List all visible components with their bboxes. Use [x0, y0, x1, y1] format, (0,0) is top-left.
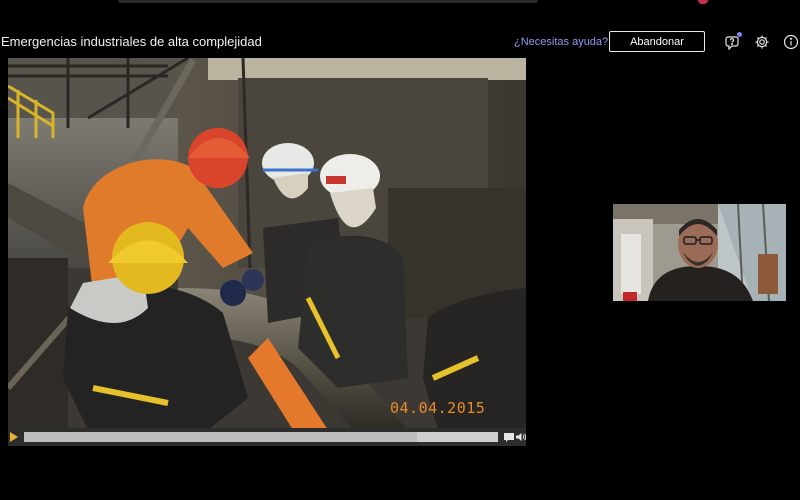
- participant-camera-image: [613, 204, 786, 301]
- volume-icon[interactable]: [515, 431, 526, 443]
- chat-help-icon[interactable]: [725, 32, 742, 50]
- notification-dot: [698, 0, 708, 4]
- video-player[interactable]: 04.04.2015: [8, 58, 526, 446]
- play-icon[interactable]: [10, 432, 18, 442]
- captions-icon[interactable]: [503, 431, 515, 443]
- info-icon[interactable]: [783, 34, 799, 50]
- gear-icon[interactable]: [754, 34, 770, 50]
- meeting-title: Emergencias industriales de alta complej…: [1, 34, 262, 49]
- window-top-strip: [118, 0, 538, 3]
- leave-button[interactable]: Abandonar: [609, 31, 705, 52]
- video-controls: [8, 428, 526, 446]
- seek-progress: [24, 432, 418, 442]
- video-frame: [8, 58, 526, 430]
- participant-video-tile[interactable]: [613, 204, 786, 301]
- seek-bar[interactable]: [24, 432, 498, 442]
- status-badge: [737, 32, 742, 37]
- help-link[interactable]: ¿Necesitas ayuda?: [514, 36, 608, 48]
- video-date-stamp: 04.04.2015: [390, 399, 486, 417]
